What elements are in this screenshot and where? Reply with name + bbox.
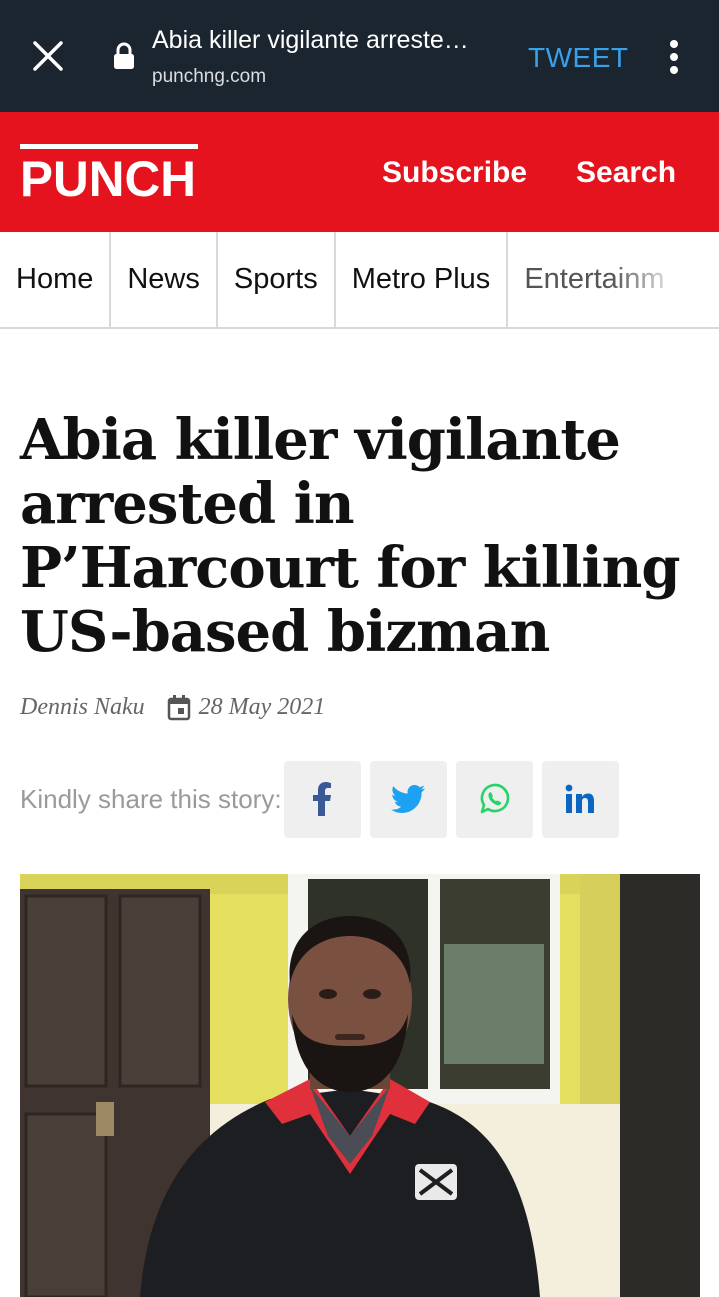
site-header: PUNCH Subscribe Search [0, 112, 719, 232]
whatsapp-icon [480, 783, 510, 814]
share-whatsapp-button[interactable] [455, 760, 533, 838]
share-bar: Kindly share this story: [20, 760, 619, 838]
nav-item-metro-plus[interactable]: Metro Plus [336, 232, 509, 327]
nav-item-sports[interactable]: Sports [218, 232, 336, 327]
twitter-icon [391, 785, 426, 813]
publish-date: 28 May 2021 [198, 694, 326, 720]
facebook-icon [313, 782, 332, 816]
punch-logo[interactable]: PUNCH [20, 144, 198, 200]
subscribe-link[interactable]: Subscribe [382, 156, 527, 190]
article-headline: Abia killer vigilante arrested in P’Harc… [20, 407, 681, 665]
nav-item-entertainment[interactable]: Entertainm [508, 232, 680, 327]
lock-icon [114, 42, 134, 69]
svg-text:PUNCH: PUNCH [20, 151, 196, 200]
close-icon[interactable] [30, 38, 66, 74]
category-nav: Home News Sports Metro Plus Entertainm [0, 232, 719, 329]
share-linkedin-button[interactable] [541, 760, 619, 838]
share-label: Kindly share this story: [20, 783, 282, 814]
more-options-icon[interactable] [664, 40, 684, 74]
nav-item-news[interactable]: News [111, 232, 218, 327]
browser-toolbar: Abia killer vigilante arreste… punchng.c… [0, 0, 719, 112]
article-photo-image [20, 874, 700, 1297]
tweet-button[interactable]: TWEET [528, 42, 629, 74]
page-title: Abia killer vigilante arreste… [152, 26, 469, 54]
search-link[interactable]: Search [576, 156, 676, 190]
calendar-icon [167, 694, 190, 720]
author-name[interactable]: Dennis Naku [20, 694, 145, 721]
article-photo [20, 874, 700, 1297]
page-url: punchng.com [152, 66, 267, 87]
share-twitter-button[interactable] [369, 760, 447, 838]
linkedin-icon [565, 784, 595, 813]
article-byline: Dennis Naku 28 May 2021 [20, 694, 325, 721]
share-facebook-button[interactable] [283, 760, 361, 838]
nav-item-home[interactable]: Home [0, 232, 112, 327]
